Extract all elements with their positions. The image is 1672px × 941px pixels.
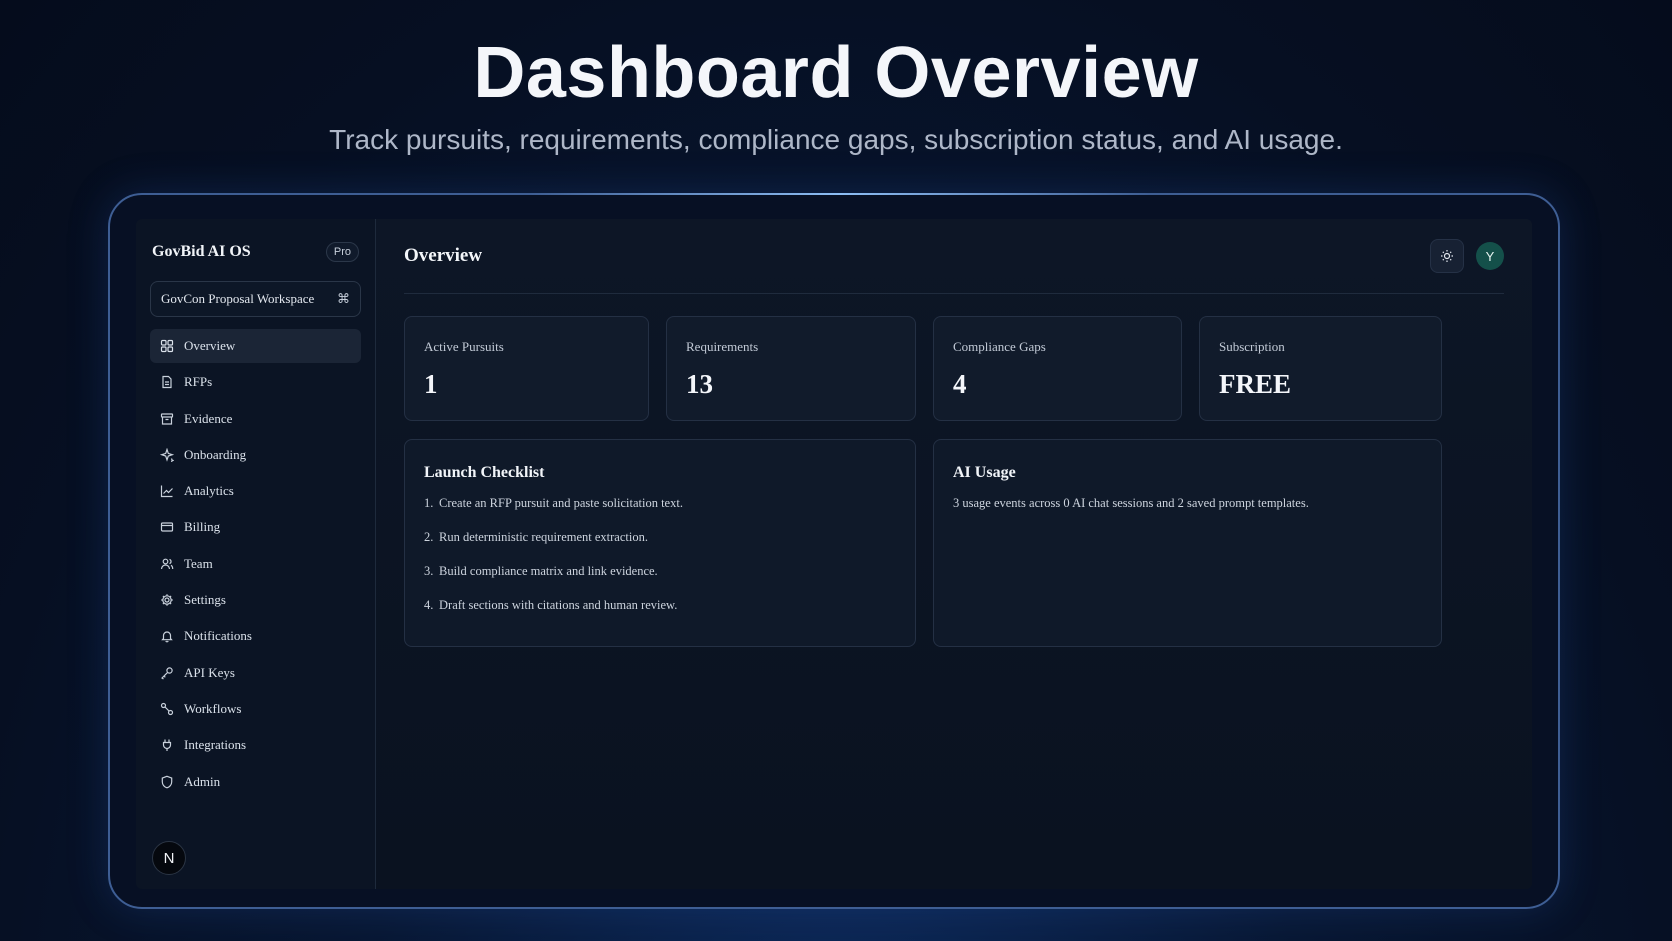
theme-toggle-button[interactable] <box>1430 239 1464 273</box>
list-item-number: 2. <box>424 530 434 544</box>
sidebar-nav: Overview RFPs Evidence Onboarding Analyt… <box>150 329 361 799</box>
sidebar-item-api-keys[interactable]: API Keys <box>150 656 361 690</box>
sidebar-item-team[interactable]: Team <box>150 547 361 581</box>
hero-title: Dashboard Overview <box>473 33 1199 113</box>
sidebar-item-label: Analytics <box>184 483 234 499</box>
ai-usage-text: 3 usage events across 0 AI chat sessions… <box>953 496 1309 510</box>
app-window: GovBid AI OS Pro GovCon Proposal Workspa… <box>136 219 1532 889</box>
workspace-label: GovCon Proposal Workspace <box>161 291 315 306</box>
account-avatar[interactable]: Y <box>1476 242 1504 270</box>
users-icon <box>160 558 174 569</box>
plan-badge: Pro <box>325 242 359 262</box>
list-item: 3. Build compliance matrix and link evide… <box>424 564 896 579</box>
ai-usage-panel: AI Usage 3 usage events across 0 AI chat… <box>933 439 1442 647</box>
list-item-number: 3. <box>424 564 434 578</box>
sidebar-item-settings[interactable]: Settings <box>150 583 361 617</box>
sidebar-item-label: RFPs <box>184 374 213 390</box>
stat-label: Compliance Gaps <box>953 339 1046 354</box>
list-item-text: Create an RFP pursuit and paste solicita… <box>439 496 683 510</box>
sidebar-item-label: Overview <box>184 338 236 353</box>
sidebar-item-label: Notifications <box>184 628 252 644</box>
file-icon <box>162 376 172 389</box>
panel-title: AI Usage <box>953 464 1016 481</box>
gear-icon <box>161 594 173 606</box>
stat-card-requirements: Requirements 13 <box>666 316 916 421</box>
stats-row: Active Pursuits 1 Requirements 13 Compli… <box>404 316 1504 421</box>
sidebar-item-onboarding[interactable]: Onboarding <box>150 438 361 472</box>
plug-icon <box>162 739 172 752</box>
list-item-number: 1. <box>424 496 434 510</box>
bell-icon <box>161 631 173 643</box>
stat-card-subscription: Subscription FREE <box>1199 316 1442 421</box>
workflow-icon <box>160 702 174 716</box>
topbar: Overview Y <box>404 219 1504 294</box>
sidebar-item-label: Onboarding <box>184 446 247 462</box>
stat-card-compliance-gaps: Compliance Gaps 4 <box>933 316 1182 421</box>
page-title: Overview <box>404 245 483 266</box>
stat-label: Subscription <box>1219 339 1285 354</box>
sidebar-item-label: Workflows <box>184 700 242 716</box>
chart-icon <box>160 485 173 498</box>
stat-label: Active Pursuits <box>424 339 504 354</box>
main-content: Overview Y Active Pursuits 1 Requirement… <box>376 219 1532 889</box>
app-frame: GovBid AI OS Pro GovCon Proposal Workspa… <box>108 193 1560 909</box>
list-item: 4. Draft sections with citations and huma… <box>424 598 896 613</box>
list-item: 2. Run deterministic requirement extracti… <box>424 530 896 545</box>
sidebar-item-evidence[interactable]: Evidence <box>150 402 361 436</box>
sidebar-item-label: Admin <box>184 773 221 789</box>
top-actions: Y <box>1430 239 1504 273</box>
sidebar-item-workflows[interactable]: Workflows <box>150 692 361 726</box>
sidebar-item-label: Settings <box>184 592 226 608</box>
key-icon <box>161 666 173 680</box>
sidebar-item-admin[interactable]: Admin <box>150 765 361 799</box>
brand-name: GovBid AI OS <box>152 243 251 260</box>
stat-value: 4 <box>953 369 967 399</box>
panels-row: Launch Checklist 1. Create an RFP pursuit… <box>404 439 1504 647</box>
stat-value: 1 <box>424 369 438 399</box>
checklist: 1. Create an RFP pursuit and paste solici… <box>424 496 896 613</box>
workspace-switcher[interactable]: GovCon Proposal Workspace ⌘ <box>150 281 361 317</box>
sun-icon <box>1441 250 1453 262</box>
launch-checklist-panel: Launch Checklist 1. Create an RFP pursuit… <box>404 439 916 647</box>
grid-icon <box>160 339 174 353</box>
user-avatar[interactable]: N <box>152 841 186 875</box>
sidebar-item-integrations[interactable]: Integrations <box>150 728 361 762</box>
list-item-text: Build compliance matrix and link evidenc… <box>439 564 658 578</box>
sidebar-item-label: Team <box>184 555 213 571</box>
sidebar-item-analytics[interactable]: Analytics <box>150 474 361 508</box>
sidebar-item-label: Billing <box>184 519 221 535</box>
stat-label: Requirements <box>686 339 759 354</box>
credit-card-icon <box>160 522 174 533</box>
sidebar: GovBid AI OS Pro GovCon Proposal Workspa… <box>136 219 376 889</box>
sidebar-item-notifications[interactable]: Notifications <box>150 619 361 653</box>
frame-glow <box>530 193 1150 195</box>
sidebar-item-overview[interactable]: Overview <box>150 329 361 363</box>
list-item-text: Run deterministic requirement extraction… <box>439 530 648 544</box>
list-item: 1. Create an RFP pursuit and paste solici… <box>424 496 896 511</box>
list-item-number: 4. <box>424 598 434 612</box>
hero-subtitle: Track pursuits, requirements, compliance… <box>329 124 1343 155</box>
sparkle-icon <box>160 447 174 462</box>
stat-value: FREE <box>1219 369 1292 399</box>
archive-icon <box>160 412 174 425</box>
sidebar-item-label: Integrations <box>184 737 247 753</box>
sidebar-item-label: Evidence <box>184 410 233 426</box>
shield-icon <box>161 775 173 788</box>
stat-card-active-pursuits: Active Pursuits 1 <box>404 316 649 421</box>
stat-value: 13 <box>686 369 713 399</box>
panel-title: Launch Checklist <box>424 464 545 481</box>
list-item-text: Draft sections with citations and human … <box>439 598 678 612</box>
sidebar-item-label: API Keys <box>184 664 235 680</box>
sidebar-item-billing[interactable]: Billing <box>150 510 361 544</box>
sidebar-item-rfps[interactable]: RFPs <box>150 365 361 399</box>
brand-row: GovBid AI OS Pro <box>150 229 361 275</box>
command-icon: ⌘ <box>337 291 350 307</box>
